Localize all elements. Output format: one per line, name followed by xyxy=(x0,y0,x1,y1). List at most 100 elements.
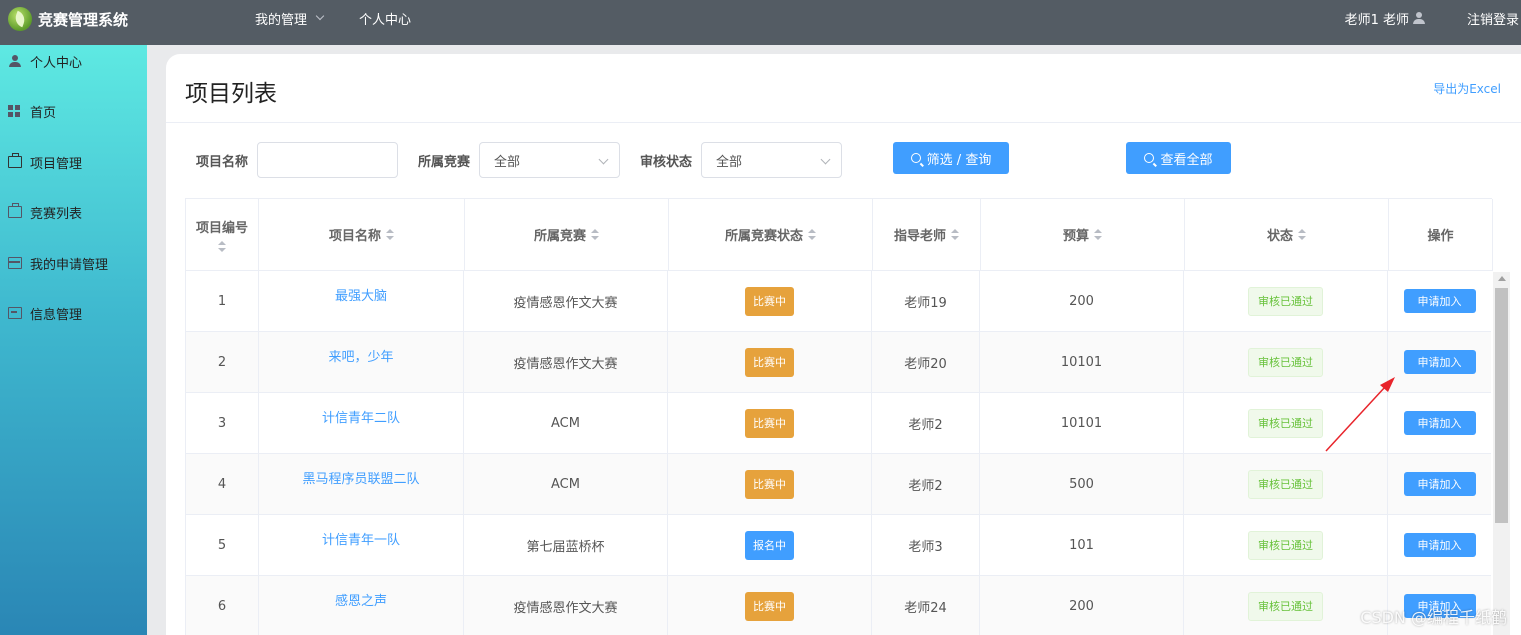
user-menu[interactable]: 老师1 老师 xyxy=(1345,0,1425,36)
status-badge: 比赛中 xyxy=(745,286,794,316)
column-header-label: 项目名称 xyxy=(328,229,381,244)
logout-link[interactable]: 注销登录 xyxy=(1467,0,1519,36)
cell-competition: 疫情感恩作文大赛 xyxy=(464,271,668,331)
divider xyxy=(166,122,1521,123)
search-icon xyxy=(910,153,921,163)
table-scrollbar-thumb[interactable] xyxy=(1495,288,1508,523)
column-header-teacher[interactable]: 指导老师 xyxy=(873,199,981,270)
cell-teacher: 老师24 xyxy=(872,576,980,635)
cell-id: 3 xyxy=(186,393,259,453)
cell-status: 审核已通过 xyxy=(1184,454,1388,514)
cell-competition: 疫情感恩作文大赛 xyxy=(464,576,668,635)
column-header-action: 操作 xyxy=(1389,199,1493,270)
filter-query-button-label: 筛选 / 查询 xyxy=(926,152,992,168)
cell-action: 申请加入 xyxy=(1388,393,1491,453)
cell-competition: 疫情感恩作文大赛 xyxy=(464,332,668,392)
export-excel-link[interactable]: 导出为Excel xyxy=(1433,80,1501,97)
sort-icon[interactable] xyxy=(386,228,394,241)
sidebar-item-info-management[interactable]: 信息管理 xyxy=(0,298,147,328)
column-header-name[interactable]: 项目名称 xyxy=(259,199,465,270)
review-status-select[interactable]: 全部 xyxy=(701,142,842,178)
table-row: 6 感恩之声 疫情感恩作文大赛 比赛中 老师24 200 审核已通过 申请加入 xyxy=(186,576,1491,635)
cell-competition-status: 比赛中 xyxy=(668,271,872,331)
sort-icon[interactable] xyxy=(951,228,959,241)
sidebar-item-home[interactable]: 首页 xyxy=(0,96,147,126)
column-header-status[interactable]: 状态 xyxy=(1185,199,1389,270)
view-all-button-label: 查看全部 xyxy=(1160,152,1213,168)
sort-icon[interactable] xyxy=(591,228,599,241)
cell-action: 申请加入 xyxy=(1388,332,1491,392)
competition-select[interactable]: 全部 xyxy=(479,142,620,178)
sort-icon[interactable] xyxy=(218,240,226,253)
cell-competition-status: 报名中 xyxy=(668,515,872,575)
cell-action: 申请加入 xyxy=(1388,515,1491,575)
cell-status: 审核已通过 xyxy=(1184,515,1388,575)
table-row: 1 最强大脑 疫情感恩作文大赛 比赛中 老师19 200 审核已通过 申请加入 xyxy=(186,271,1491,332)
sidebar-item-competition-list[interactable]: 竞赛列表 xyxy=(0,197,147,227)
sidebar-item-label: 项目管理 xyxy=(30,156,83,172)
column-header-budget[interactable]: 预算 xyxy=(981,199,1185,270)
nav-my-management[interactable]: 我的管理 xyxy=(255,0,325,36)
table-row: 5 计信青年一队 第七届蓝桥杯 报名中 老师3 101 审核已通过 申请加入 xyxy=(186,515,1491,576)
grid-icon xyxy=(8,105,22,117)
nav-personal-center[interactable]: 个人中心 xyxy=(359,0,411,36)
column-header-label: 指导老师 xyxy=(893,229,946,244)
cell-status: 审核已通过 xyxy=(1184,576,1388,635)
status-badge: 审核已通过 xyxy=(1248,469,1323,499)
user-icon xyxy=(8,55,22,67)
sidebar-item-my-applications[interactable]: 我的申请管理 xyxy=(0,248,147,278)
apply-join-button[interactable]: 申请加入 xyxy=(1403,411,1476,435)
apply-join-button[interactable]: 申请加入 xyxy=(1403,289,1476,313)
projects-table: 项目编号 项目名称 所属竞赛 所属竞赛状态 指导老师 预算 状态 操作 1 最强… xyxy=(185,198,1493,635)
column-header-id[interactable]: 项目编号 xyxy=(186,199,259,270)
status-badge: 审核已通过 xyxy=(1248,408,1323,438)
column-header-label: 状态 xyxy=(1266,229,1293,244)
sidebar-item-personal-center[interactable]: 个人中心 xyxy=(0,46,147,76)
column-header-competition[interactable]: 所属竞赛 xyxy=(465,199,669,270)
cell-id: 6 xyxy=(186,576,259,635)
cell-action: 申请加入 xyxy=(1388,271,1491,331)
apply-join-button[interactable]: 申请加入 xyxy=(1403,533,1476,557)
sort-icon[interactable] xyxy=(808,228,816,241)
cell-teacher: 老师2 xyxy=(872,454,980,514)
column-header-competition-status[interactable]: 所属竞赛状态 xyxy=(669,199,873,270)
cell-competition-status: 比赛中 xyxy=(668,332,872,392)
cell-project-name-link[interactable]: 黑马程序员联盟二队 xyxy=(259,454,464,514)
table-row: 3 计信青年二队 ACM 比赛中 老师2 10101 审核已通过 申请加入 xyxy=(186,393,1491,454)
cell-action: 申请加入 xyxy=(1388,454,1491,514)
sort-icon[interactable] xyxy=(1094,228,1102,241)
cell-competition: ACM xyxy=(464,393,668,453)
cell-teacher: 老师3 xyxy=(872,515,980,575)
project-name-input[interactable] xyxy=(257,142,398,178)
status-badge: 比赛中 xyxy=(745,408,794,438)
user-name: 老师1 老师 xyxy=(1344,12,1409,28)
cell-project-name-link[interactable]: 感恩之声 xyxy=(259,576,464,635)
csdn-watermark: CSDN @编程千纸鹤 xyxy=(1360,608,1507,627)
status-badge: 审核已通过 xyxy=(1248,530,1323,560)
status-badge: 审核已通过 xyxy=(1248,347,1323,377)
cell-competition: ACM xyxy=(464,454,668,514)
view-all-button[interactable]: 查看全部 xyxy=(1126,142,1231,174)
main-card: 项目列表 导出为Excel 项目名称 所属竞赛 全部 审核状态 全部 筛选 / … xyxy=(166,54,1521,635)
cell-project-name-link[interactable]: 最强大脑 xyxy=(259,271,464,331)
sidebar-item-project-management[interactable]: 项目管理 xyxy=(0,147,147,177)
sort-icon[interactable] xyxy=(1298,228,1306,241)
scroll-up-arrow-icon[interactable] xyxy=(1498,276,1506,281)
column-header-label: 预算 xyxy=(1062,229,1089,244)
column-header-label: 项目编号 xyxy=(195,220,248,236)
apply-join-button[interactable]: 申请加入 xyxy=(1403,350,1476,374)
sidebar-item-label: 竞赛列表 xyxy=(30,206,83,222)
cell-project-name-link[interactable]: 计信青年二队 xyxy=(259,393,464,453)
cell-project-name-link[interactable]: 来吧，少年 xyxy=(259,332,464,392)
cell-budget: 200 xyxy=(980,576,1184,635)
filter-query-button[interactable]: 筛选 / 查询 xyxy=(893,142,1009,174)
brand[interactable]: 竞赛管理系统 xyxy=(8,7,128,31)
cell-budget: 200 xyxy=(980,271,1184,331)
apply-join-button[interactable]: 申请加入 xyxy=(1403,472,1476,496)
cell-teacher: 老师2 xyxy=(872,393,980,453)
card-icon xyxy=(8,257,22,269)
cell-id: 2 xyxy=(186,332,259,392)
review-status-label: 审核状态 xyxy=(640,155,693,170)
nav-personal-center-label: 个人中心 xyxy=(359,12,412,28)
cell-project-name-link[interactable]: 计信青年一队 xyxy=(259,515,464,575)
